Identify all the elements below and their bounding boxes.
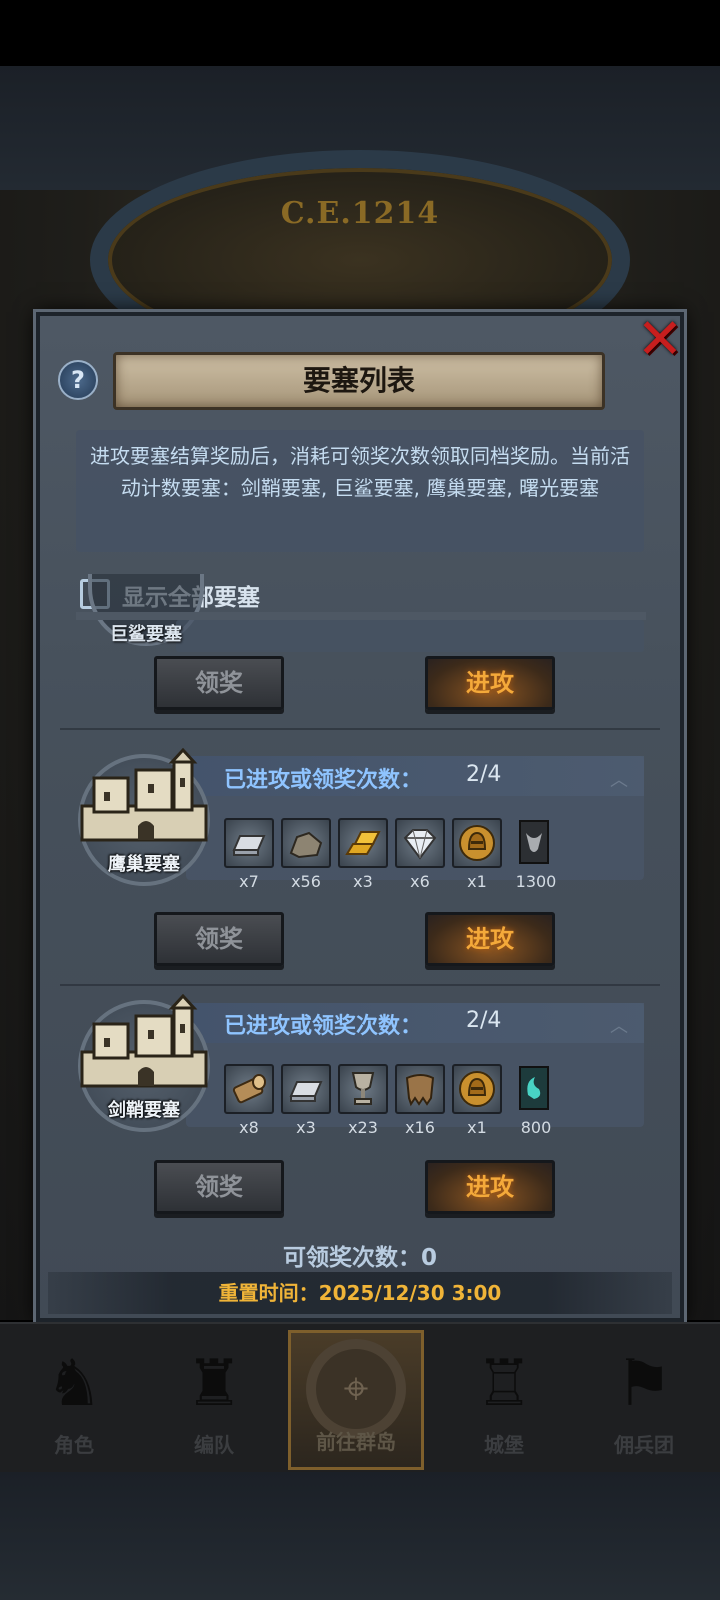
reward-qty: x56	[291, 872, 321, 891]
claim-button[interactable]: 领奖	[154, 656, 284, 710]
status-bar	[0, 0, 720, 66]
reward-qty: x6	[410, 872, 430, 891]
era-label: C.E.1214	[280, 196, 440, 231]
attack-count-label: 已进攻或领奖次数：	[224, 768, 423, 793]
collapse-chevron-icon[interactable]: ︿	[610, 766, 628, 792]
attack-button[interactable]: 进攻	[425, 912, 555, 966]
claim-button[interactable]: 领奖	[154, 912, 284, 966]
nav-formation[interactable]: ♜ 编队	[146, 1330, 282, 1470]
fortress-name: 剑鞘要塞	[108, 1100, 180, 1121]
knight-helmet-coin-icon[interactable]	[452, 1064, 502, 1114]
nav-character[interactable]: ♞ 角色	[6, 1330, 142, 1470]
fur-pelt-icon[interactable]	[395, 1064, 445, 1114]
gold-bars-icon[interactable]	[338, 818, 388, 868]
castle-icon	[80, 994, 208, 1088]
reward-qty: x23	[348, 1118, 378, 1137]
fortress-card-partial	[176, 620, 644, 652]
attack-button[interactable]: 进攻	[425, 656, 555, 710]
nav-castle[interactable]: ♖ 城堡	[436, 1330, 572, 1470]
silver-ingot-icon[interactable]	[281, 1064, 331, 1114]
banner-teal-icon[interactable]	[509, 1064, 559, 1114]
nav-label: 前往群岛	[316, 1430, 396, 1454]
reset-time-bar: 重置时间：2025/12/30 3:00	[48, 1272, 672, 1314]
nav-label: 编队	[194, 1433, 234, 1457]
claimable-value: 0	[420, 1245, 437, 1271]
goblet-icon[interactable]	[338, 1064, 388, 1114]
castle-icon	[80, 748, 208, 842]
help-button[interactable]: ?	[58, 360, 98, 400]
fortress-name: 鹰巢要塞	[108, 854, 180, 875]
diamond-icon[interactable]	[395, 818, 445, 868]
dialog-description: 进攻要塞结算奖励后，消耗可领奖次数领取同档奖励。当前活动计数要塞：剑鞘要塞, 巨…	[76, 430, 644, 552]
mercenary-icon: ⚑	[615, 1347, 673, 1421]
nav-label: 城堡	[484, 1433, 524, 1457]
reward-qty: x1	[467, 1118, 487, 1137]
reward-qty: x3	[353, 872, 373, 891]
scroll-mask	[76, 612, 646, 620]
claimable-label: 可领奖次数：	[282, 1245, 421, 1271]
attack-count-value: 2/4	[466, 762, 502, 787]
claim-button[interactable]: 领奖	[154, 1160, 284, 1214]
dialog-title: 要塞列表	[113, 352, 605, 410]
attack-count-value: 2/4	[466, 1008, 502, 1033]
compass-icon: ⌖	[306, 1339, 406, 1439]
nav-label: 佣兵团	[614, 1433, 674, 1457]
footer-background	[0, 1472, 720, 1600]
reset-label: 重置时间：	[218, 1281, 319, 1305]
knight-icon: ♜	[185, 1347, 243, 1421]
fortress-name: 巨鲨要塞	[110, 624, 182, 645]
nav-label: 角色	[54, 1433, 94, 1457]
divider	[60, 984, 660, 986]
reward-qty: x7	[239, 872, 259, 891]
reward-qty: x8	[239, 1118, 259, 1137]
attack-button[interactable]: 进攻	[425, 1160, 555, 1214]
collapse-chevron-icon[interactable]: ︿	[610, 1012, 628, 1038]
attack-count-label: 已进攻或领奖次数：	[224, 1014, 423, 1039]
nav-mercenary[interactable]: ⚑ 佣兵团	[576, 1330, 712, 1470]
nav-islands[interactable]: ⌖ 前往群岛	[288, 1330, 424, 1470]
silver-ingot-icon[interactable]	[224, 818, 274, 868]
divider	[60, 728, 660, 730]
knight-helmet-coin-icon[interactable]	[452, 818, 502, 868]
wood-log-icon[interactable]	[224, 1064, 274, 1114]
reward-qty: x1	[467, 872, 487, 891]
banner-bull-icon[interactable]	[509, 818, 559, 868]
castle-icon: ♖	[475, 1347, 533, 1421]
claimable-count: 可领奖次数：0	[0, 1238, 720, 1272]
reset-time: 2025/12/30 3:00	[318, 1281, 502, 1305]
reward-qty: x16	[405, 1118, 435, 1137]
reward-qty: x3	[296, 1118, 316, 1137]
stone-ore-icon[interactable]	[281, 818, 331, 868]
reward-qty: 800	[520, 1118, 552, 1137]
reward-qty: 1300	[515, 872, 557, 891]
close-button[interactable]: ✕	[636, 312, 684, 368]
character-icon: ♞	[45, 1347, 103, 1421]
